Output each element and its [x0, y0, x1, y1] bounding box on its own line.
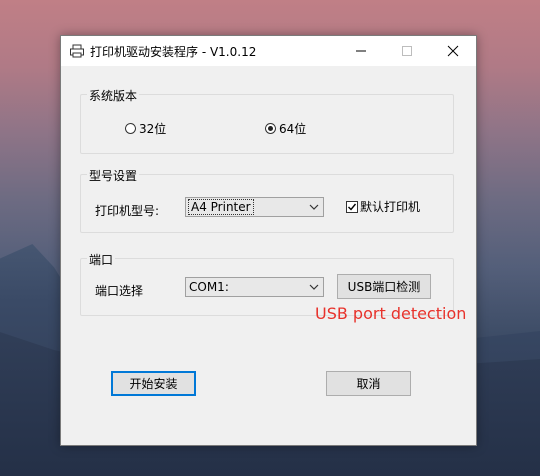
close-button[interactable] [430, 36, 476, 66]
close-icon [447, 45, 459, 57]
installer-window: 打印机驱动安装程序 - V1.0.12 系统版本 32位 64位 型号设置 打印… [60, 35, 477, 446]
default-printer-checkbox[interactable]: 默认打印机 [346, 198, 420, 215]
radio-64bit-label: 64位 [279, 122, 307, 136]
window-title: 打印机驱动安装程序 - V1.0.12 [90, 45, 257, 59]
radio-64bit[interactable]: 64位 [265, 120, 306, 137]
printer-model-label: 打印机型号: [95, 204, 160, 218]
radio-32bit-label: 32位 [139, 122, 167, 136]
usb-port-detect-button[interactable]: USB端口检测 [337, 274, 431, 299]
model-settings-title: 型号设置 [87, 167, 140, 184]
title-bar: 打印机驱动安装程序 - V1.0.12 [61, 36, 476, 66]
usb-detection-annotation: USB port detection [315, 304, 467, 323]
default-printer-box [346, 200, 358, 213]
port-group-title: 端口 [87, 251, 116, 268]
printer-model-value: A4 Printer [188, 199, 254, 215]
minimize-icon [356, 50, 366, 52]
port-select-label: 端口选择 [95, 284, 144, 298]
port-select[interactable]: COM1: [185, 277, 324, 297]
chevron-down-icon [309, 284, 319, 290]
radio-64bit-circle [265, 123, 276, 134]
cancel-button[interactable]: 取消 [326, 371, 411, 396]
printer-icon [69, 43, 85, 59]
radio-32bit[interactable]: 32位 [125, 120, 166, 137]
install-button[interactable]: 开始安装 [111, 371, 196, 396]
printer-model-select[interactable]: A4 Printer [185, 197, 324, 217]
radio-32bit-circle [125, 123, 136, 134]
maximize-button[interactable] [384, 36, 430, 66]
maximize-icon [402, 46, 412, 56]
minimize-button[interactable] [338, 36, 384, 66]
system-version-title: 系统版本 [87, 87, 140, 104]
port-select-value: COM1: [189, 280, 229, 294]
chevron-down-icon [309, 204, 319, 210]
default-printer-label: 默认打印机 [360, 200, 421, 214]
check-icon [348, 203, 357, 211]
